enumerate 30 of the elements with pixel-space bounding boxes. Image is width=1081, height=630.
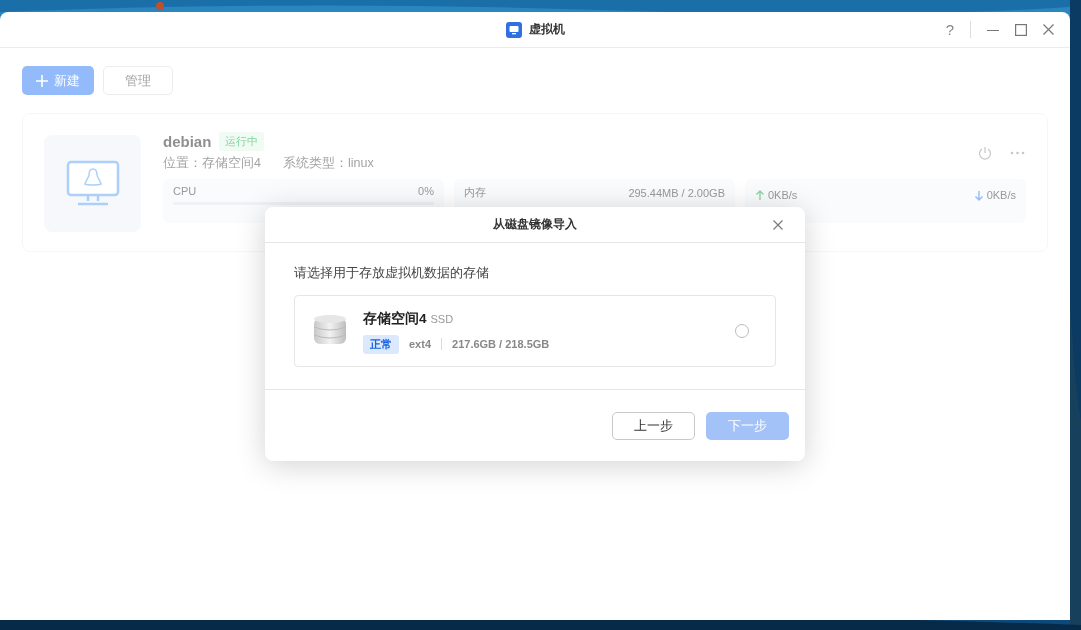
storage-option[interactable]: 存储空间4 SSD 正常 ext4 217.6GB / 218.5GB xyxy=(294,295,776,367)
download-speed: 0KB/s xyxy=(986,189,1016,201)
window-title: 虚拟机 xyxy=(528,21,565,38)
metric-reading: 295.44MB / 2.00GB xyxy=(628,186,725,199)
metric-label: CPU xyxy=(173,185,197,197)
filesystem-label: ext4 xyxy=(409,338,432,350)
dialog-title: 从磁盘镜像导入 xyxy=(493,216,577,233)
back-button[interactable]: 上一步 xyxy=(612,412,695,440)
close-icon[interactable] xyxy=(1043,24,1054,35)
help-button[interactable]: ? xyxy=(941,21,971,38)
maximize-icon[interactable] xyxy=(1015,23,1027,36)
new-button[interactable]: 新建 xyxy=(22,66,94,95)
plus-icon xyxy=(36,74,48,87)
status-badge: 运行中 xyxy=(219,132,265,151)
vm-name: debian xyxy=(163,133,212,150)
status-badge: 正常 xyxy=(363,334,399,354)
dialog-prompt: 请选择用于存放虚拟机数据的存储 xyxy=(294,265,490,282)
metric-reading: 0% xyxy=(418,185,434,197)
storage-type: SSD xyxy=(430,312,454,325)
monitor-icon xyxy=(505,21,522,38)
close-icon[interactable] xyxy=(773,220,783,230)
manage-button[interactable]: 管理 xyxy=(103,66,173,95)
down-arrow-icon xyxy=(973,189,984,201)
vm-location: 位置：存储空间4 xyxy=(163,155,261,172)
metric-label: 内存 xyxy=(464,185,486,200)
storage-name: 存储空间4 xyxy=(363,310,427,326)
storage-usage: 217.6GB / 218.5GB xyxy=(441,338,550,350)
upload-speed: 0KB/s xyxy=(768,189,798,201)
up-arrow-icon xyxy=(755,189,765,201)
vm-os-type: 系统类型：linux xyxy=(282,155,374,172)
